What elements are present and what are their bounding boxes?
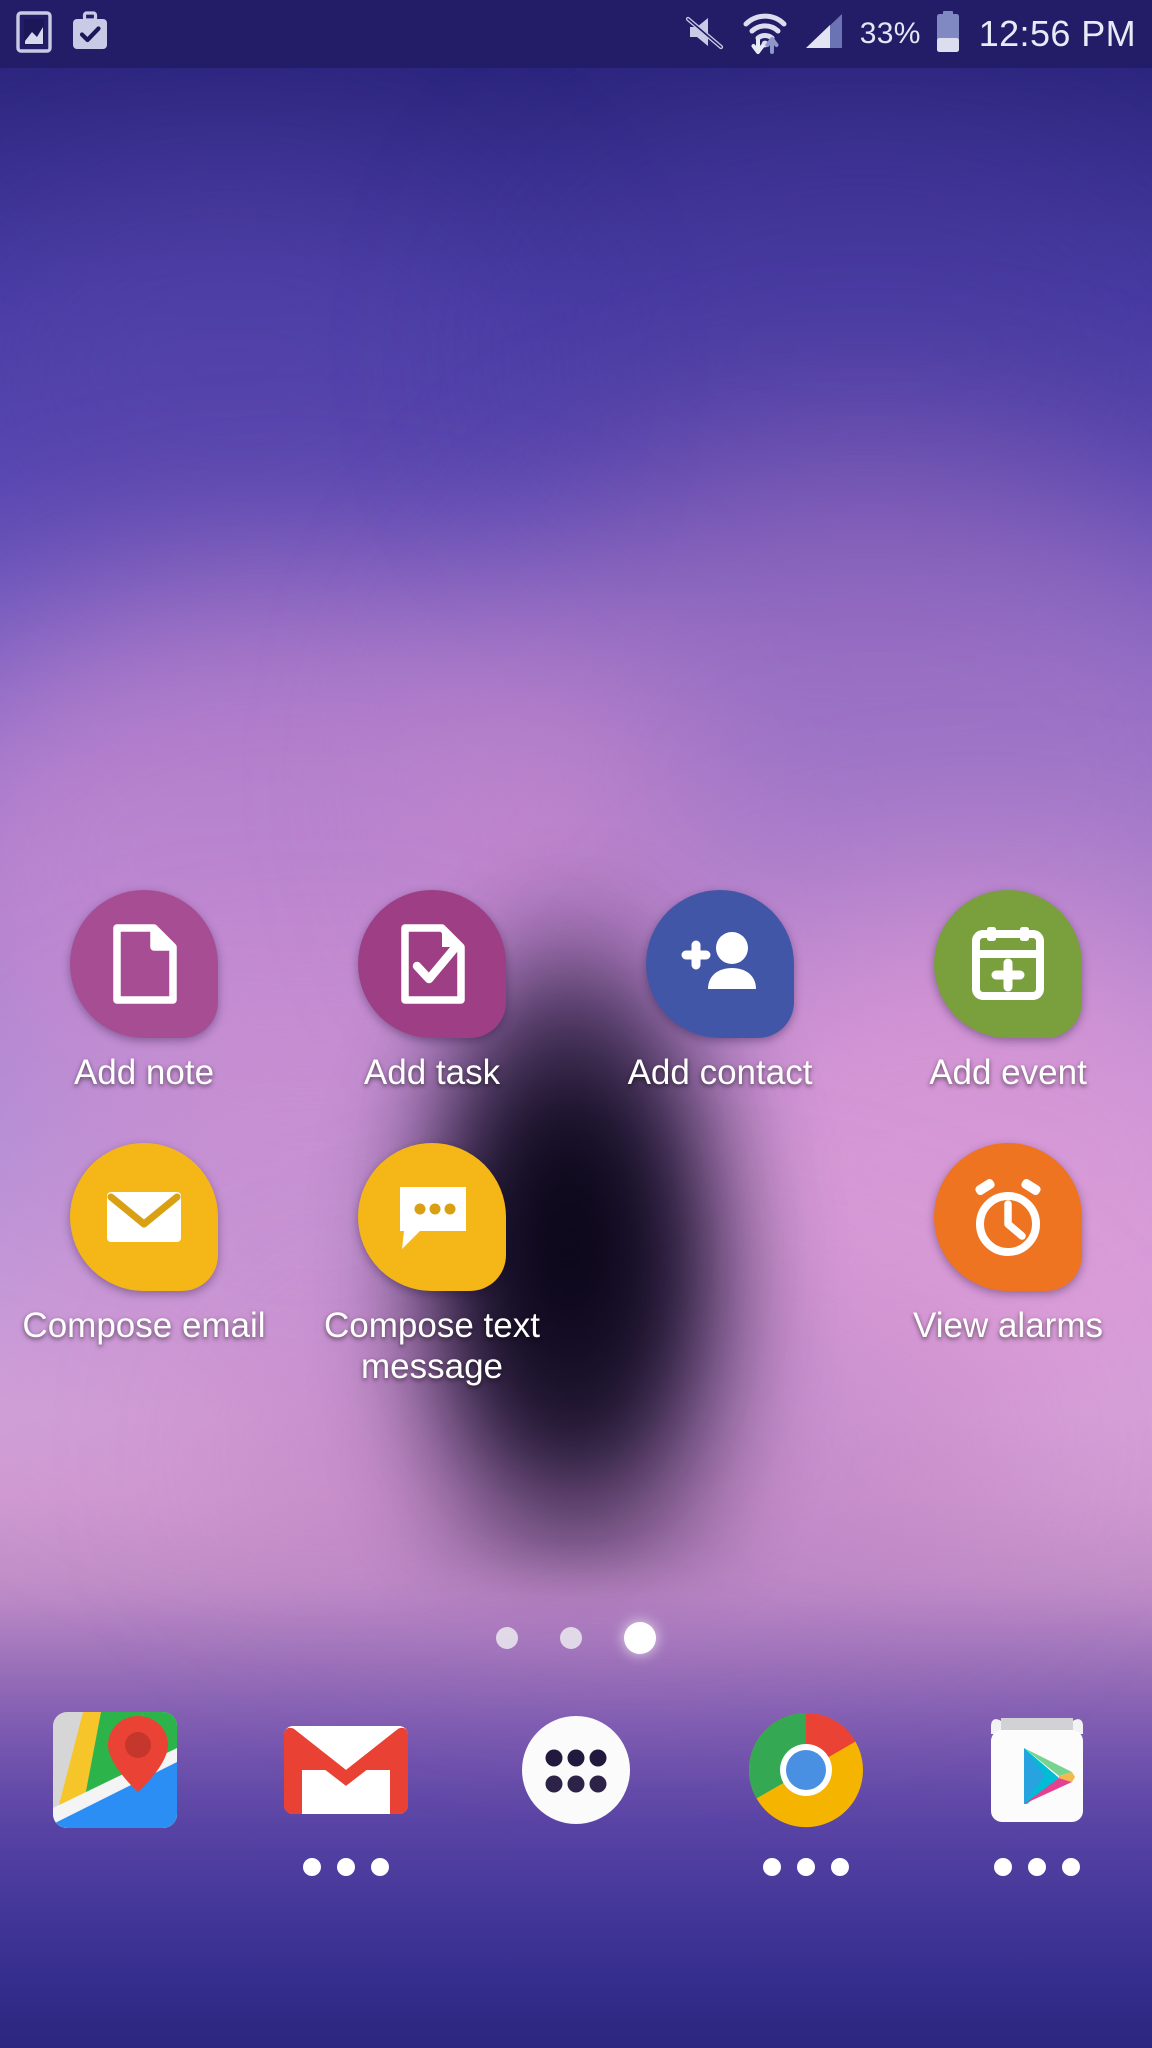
shortcut-label: Add contact — [627, 1053, 813, 1092]
folder-dot — [302, 1858, 321, 1876]
alarm-clock-icon — [975, 1178, 1041, 1256]
volume-mute-icon — [682, 10, 728, 59]
shortcut-add-task[interactable]: Add task — [288, 880, 576, 1093]
folder-dot — [370, 1858, 389, 1876]
work-profile-icon — [70, 10, 110, 59]
google-maps-icon[interactable] — [45, 1700, 185, 1840]
shortcut-grid: Add note Add task Add contact Add event … — [0, 880, 1152, 1387]
page-dot-3-active[interactable] — [624, 1622, 656, 1654]
shortcut-row-2: Compose email Compose text message View … — [0, 1133, 1152, 1387]
battery-percent-label: 33% — [859, 17, 921, 50]
shortcut-label: View alarms — [913, 1306, 1103, 1345]
folder-dot — [831, 1858, 850, 1876]
folder-dot — [993, 1858, 1012, 1876]
dock-item-chrome[interactable] — [691, 1700, 921, 1878]
person-add-icon — [681, 932, 756, 989]
shortcut-label: Add note — [73, 1053, 215, 1092]
dock-item-play-store[interactable] — [922, 1700, 1152, 1878]
page-dot-2[interactable] — [560, 1627, 582, 1649]
add-event-icon-tile[interactable] — [934, 890, 1082, 1038]
folder-dot — [336, 1858, 355, 1876]
shortcut-compose-text-message[interactable]: Compose text message — [288, 1133, 576, 1387]
shortcut-label: Compose text message — [324, 1306, 540, 1386]
status-bar-right-icons: 33% 12:56 PM — [682, 9, 1136, 60]
dock-item-app-drawer[interactable] — [461, 1700, 691, 1878]
folder-dot — [1027, 1858, 1046, 1876]
speech-bubble-icon — [400, 1187, 466, 1249]
dock-item-maps[interactable] — [0, 1700, 230, 1878]
gmail-icon[interactable] — [276, 1700, 416, 1840]
shortcut-add-contact[interactable]: Add contact — [576, 880, 864, 1093]
shortcut-add-note[interactable]: Add note — [0, 880, 288, 1093]
app-drawer-icon[interactable] — [506, 1700, 646, 1840]
shortcut-view-alarms[interactable]: View alarms — [864, 1133, 1152, 1387]
chrome-icon[interactable] — [736, 1700, 876, 1840]
navigation-bar-area — [0, 2024, 1152, 2048]
shortcut-compose-email[interactable]: Compose email — [0, 1133, 288, 1387]
document-check-icon — [401, 924, 465, 1004]
folder-dot — [1061, 1858, 1080, 1876]
folder-dot — [797, 1858, 816, 1876]
status-bar-left-icons — [14, 10, 110, 59]
envelope-icon — [107, 1192, 181, 1242]
add-contact-icon-tile[interactable] — [646, 890, 794, 1038]
play-store-icon[interactable] — [967, 1700, 1107, 1840]
dock — [0, 1700, 1152, 1878]
dock-item-gmail[interactable] — [230, 1700, 460, 1878]
battery-icon — [935, 9, 961, 60]
status-bar-clock: 12:56 PM — [978, 13, 1136, 54]
page-dot-1[interactable] — [496, 1627, 518, 1649]
shortcut-label: Add task — [363, 1053, 501, 1092]
shortcut-label: Compose email — [22, 1306, 266, 1345]
status-bar[interactable]: 33% 12:56 PM — [0, 0, 1152, 68]
wifi-data-transfer-icon — [742, 9, 788, 60]
folder-dot — [763, 1858, 782, 1876]
shortcut-row-1: Add note Add task Add contact Add event — [0, 880, 1152, 1093]
compose-text-message-icon-tile[interactable] — [358, 1143, 506, 1291]
shortcut-add-event[interactable]: Add event — [864, 880, 1152, 1093]
view-alarms-icon-tile[interactable] — [934, 1143, 1082, 1291]
cellular-signal-icon — [802, 10, 846, 59]
folder-dots — [993, 1856, 1080, 1878]
folder-dots — [763, 1856, 850, 1878]
add-task-icon-tile[interactable] — [358, 890, 506, 1038]
calendar-add-icon — [972, 927, 1044, 1000]
add-note-icon-tile[interactable] — [70, 890, 218, 1038]
page-indicator — [0, 1622, 1152, 1654]
document-icon — [113, 924, 177, 1004]
shortcut-label: Add event — [929, 1053, 1087, 1092]
compose-email-icon-tile[interactable] — [70, 1143, 218, 1291]
screenshot-icon — [14, 10, 54, 59]
folder-dots — [302, 1856, 389, 1878]
